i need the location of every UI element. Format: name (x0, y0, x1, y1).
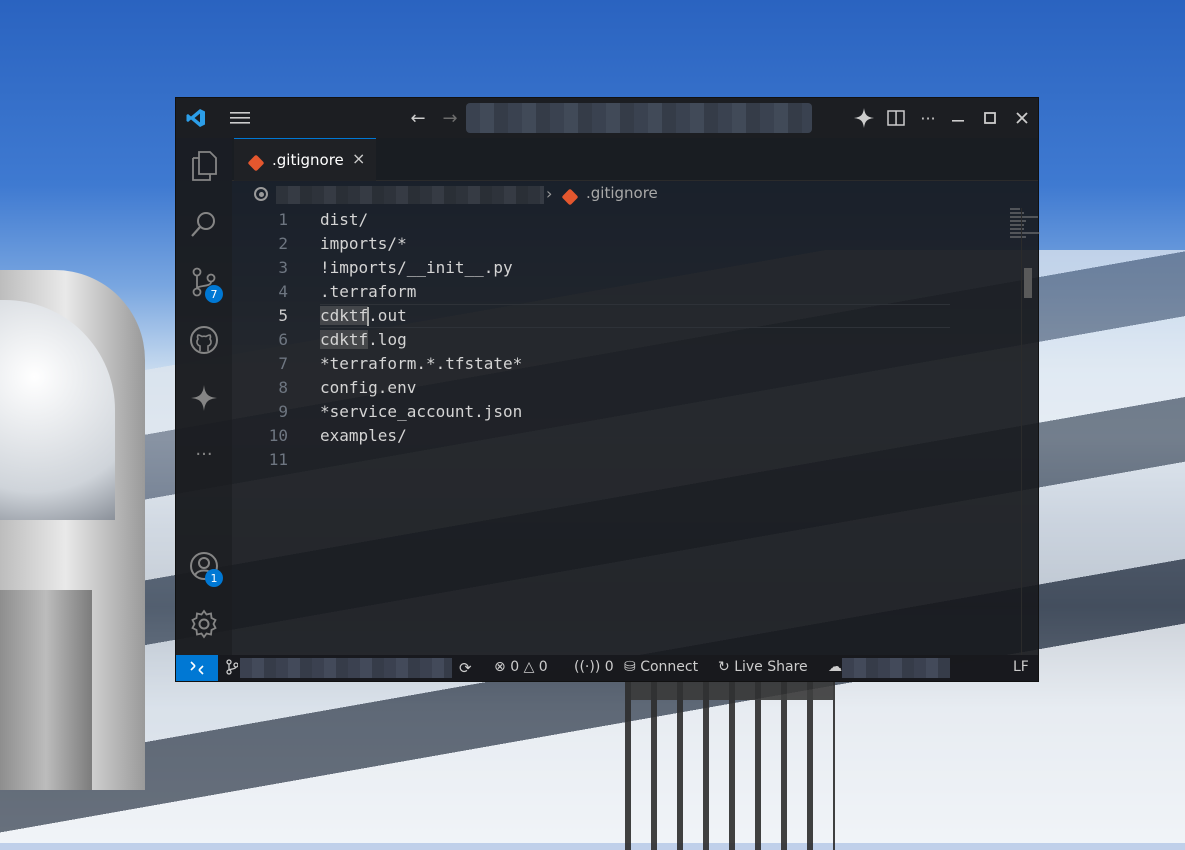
editor-tab-bar: .gitignore × (232, 138, 1038, 181)
code-editor[interactable]: 1 dist/ 2 imports/* 3 !imports/__init__.py … (232, 208, 1040, 655)
ports-indicator[interactable]: ((·)) 0 (574, 659, 614, 675)
error-icon: ⊗ (494, 659, 506, 675)
minimize-icon[interactable] (946, 106, 970, 130)
tab-label: .gitignore (272, 151, 344, 169)
code-line: 10 examples/ (268, 426, 407, 445)
more-views-ellipsis-icon[interactable]: ··· (188, 438, 220, 470)
code-line: 8 config.env (278, 378, 417, 397)
branch-icon (226, 659, 239, 679)
observatory-base (0, 590, 92, 790)
activity-bar: 7 ··· 1 (176, 138, 232, 655)
scrollbar-thumb[interactable] (1024, 268, 1032, 298)
close-icon[interactable] (1010, 106, 1034, 130)
github-icon[interactable] (188, 324, 220, 356)
copilot-sparkle-icon[interactable] (852, 106, 876, 130)
warning-icon: △ (523, 659, 535, 675)
branch-name-redacted[interactable] (240, 658, 452, 678)
code-line-active: 5 cdktf.out (278, 306, 407, 326)
split-layout-icon[interactable] (884, 106, 908, 130)
tab-close-icon[interactable]: × (352, 149, 365, 168)
copilot-sparkle-icon[interactable] (188, 382, 220, 414)
accounts-badge: 1 (205, 569, 223, 587)
sync-icon[interactable]: ⟳ (459, 659, 472, 677)
arrow-left-icon[interactable]: ← (406, 106, 430, 130)
hamburger-menu-icon[interactable] (228, 106, 252, 130)
source-control-badge: 7 (205, 285, 223, 303)
code-line: 4 .terraform (278, 282, 417, 301)
code-line: 1 dist/ (278, 210, 369, 229)
git-file-icon (247, 154, 265, 173)
editor-scrollbar[interactable] (1021, 208, 1036, 655)
maximize-icon[interactable] (978, 106, 1002, 130)
selection-highlight: cdktf (320, 306, 369, 325)
command-center-search[interactable] (466, 103, 812, 133)
search-icon[interactable] (188, 208, 220, 240)
code-line: 9 *service_account.json (278, 402, 523, 421)
cloud-icon: ☁ (828, 659, 842, 675)
title-bar: ← → ··· (176, 98, 1038, 138)
code-line: 3 !imports/__init__.py (278, 258, 513, 277)
live-share-icon: ↻ (718, 659, 730, 675)
eol-indicator[interactable]: LF (1013, 659, 1029, 675)
database-icon: ⛁ (624, 659, 636, 675)
settings-gear-icon[interactable] (188, 608, 220, 640)
vscode-window: ← → ··· 7 ··· 1 .gitignore × › .gitignor… (176, 98, 1040, 681)
connect-button[interactable]: ⛁ Connect (624, 659, 698, 675)
code-line: 2 imports/* (278, 234, 407, 253)
status-bar: ⟳ ⊗ 0 △ 0 ((·)) 0 ⛁ Connect ↻ Live Share… (176, 655, 1038, 681)
problems-indicator[interactable]: ⊗ 0 △ 0 (494, 659, 548, 675)
broadcast-icon: ((·)) (574, 659, 601, 675)
git-file-icon (561, 188, 579, 207)
tab-gitignore[interactable]: .gitignore × (234, 138, 376, 181)
live-share-button[interactable]: ↻ Live Share (718, 659, 808, 675)
remote-indicator-icon[interactable] (176, 655, 218, 681)
breadcrumb: › .gitignore (232, 182, 1038, 208)
ellipsis-icon[interactable]: ··· (916, 106, 940, 130)
breadcrumb-separator-chevron-icon: › (546, 184, 553, 203)
selection-highlight: cdktf (320, 330, 369, 349)
breadcrumb-path-redacted[interactable] (276, 186, 544, 204)
account-status-redacted[interactable] (842, 658, 950, 678)
record-circle-icon (254, 187, 268, 201)
breadcrumb-file[interactable]: .gitignore (586, 184, 658, 202)
cable-car-pylon (625, 680, 835, 850)
vscode-logo-icon (184, 106, 208, 130)
explorer-files-icon[interactable] (188, 150, 220, 182)
code-line: 11 (268, 450, 288, 469)
code-line: 6 cdktf.log (278, 330, 407, 349)
code-line: 7 *terraform.*.tfstate* (278, 354, 523, 373)
arrow-right-icon[interactable]: → (438, 106, 462, 130)
